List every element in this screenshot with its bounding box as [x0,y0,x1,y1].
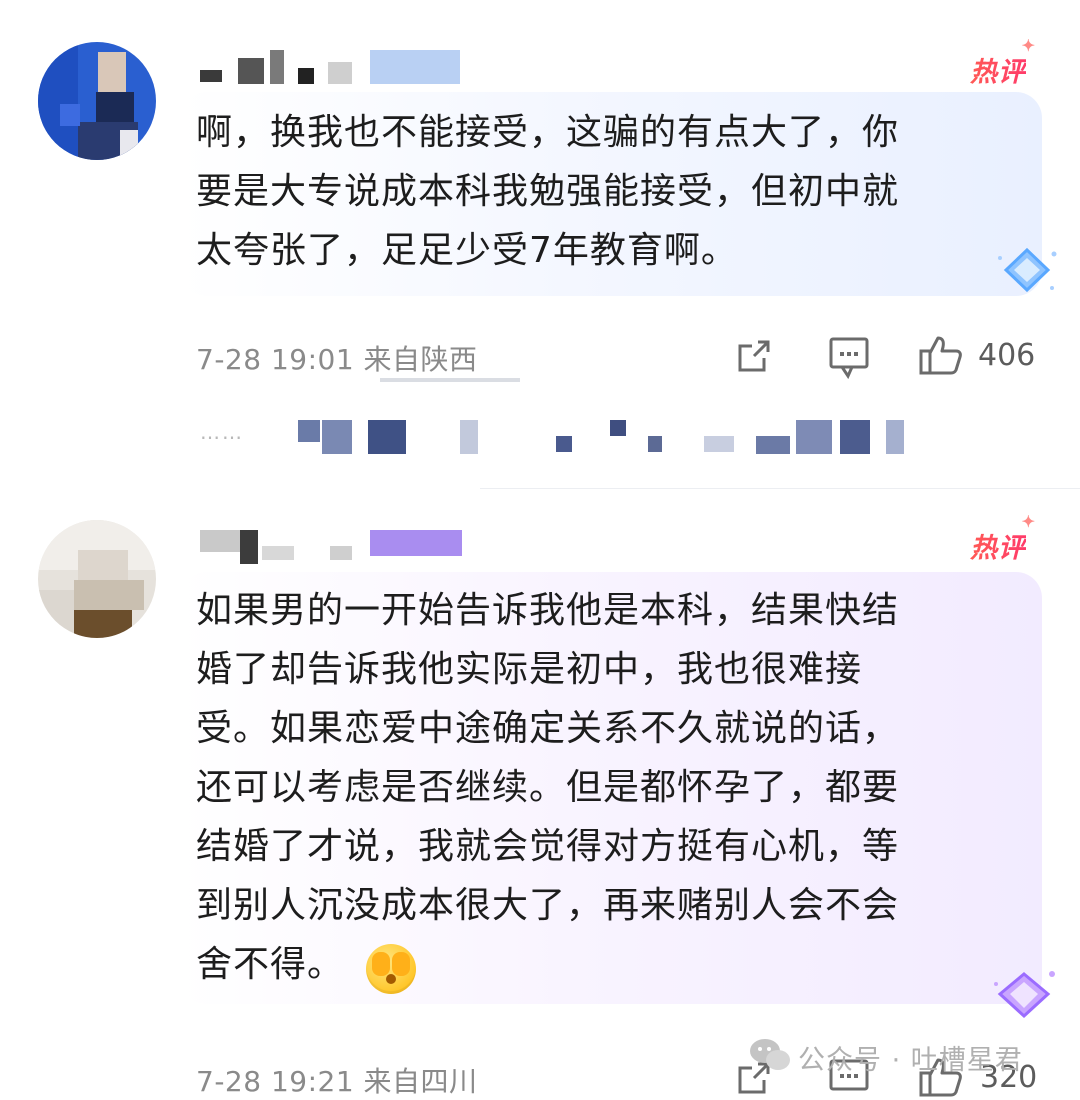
comment-line: 到别人沉没成本很大了，再来赌别人会不会 [196,885,900,926]
wechat-icon [750,1039,790,1070]
like-count: 406 [978,338,1036,373]
comment-line: 结婚了才说，我就会觉得对方挺有心机，等 [196,826,900,867]
comment-line: 舍不得。 [196,935,899,994]
comment-icon[interactable] [828,336,870,380]
hot-comment-badge: 热评 ✦ [970,512,1036,564]
comment-line-text: 舍不得。 [196,944,345,985]
comment-meta: 7-28 19:21 来自四川 [196,1065,478,1098]
share-icon[interactable] [734,336,774,376]
comment-text: 啊，换我也不能接受，这骗的有点大了，你 要是大专说成本科我勉强能接受，但初中就 … [196,103,899,280]
comment-line: 婚了却告诉我他实际是初中，我也很难接 [196,649,863,690]
hiding-face-emoji [366,944,416,994]
avatar[interactable] [38,42,156,160]
separator [480,488,1080,489]
comment-line: 受。如果恋爱中途确定关系不久就说的话， [196,708,900,749]
comment-line: 啊，换我也不能接受，这骗的有点大了，你 [196,112,900,153]
avatar[interactable] [38,520,156,638]
diamond-badge-icon [998,247,1057,293]
comment-text: 如果男的一开始告诉我他是本科，结果快结 婚了却告诉我他实际是初中，我也很难接 受… [196,581,899,994]
comment-line: 要是大专说成本科我勉强能接受，但初中就 [196,171,900,212]
comment-meta: 7-28 19:01 来自陕西 [196,343,478,376]
comment-line: 还可以考虑是否继续。但是都怀孕了，都要 [196,767,900,808]
comment-line: 如果男的一开始告诉我他是本科，结果快结 [196,590,900,631]
watermark: 公众号 · 吐槽星君 [798,1045,1023,1076]
hot-comment-badge: 热评 ✦ [970,36,1036,88]
comment-line: 太夸张了，足足少受7年教育啊。 [196,230,738,271]
reply-dots: …… [200,420,244,444]
diamond-badge-icon [994,971,1055,1019]
like-icon[interactable] [918,334,964,376]
